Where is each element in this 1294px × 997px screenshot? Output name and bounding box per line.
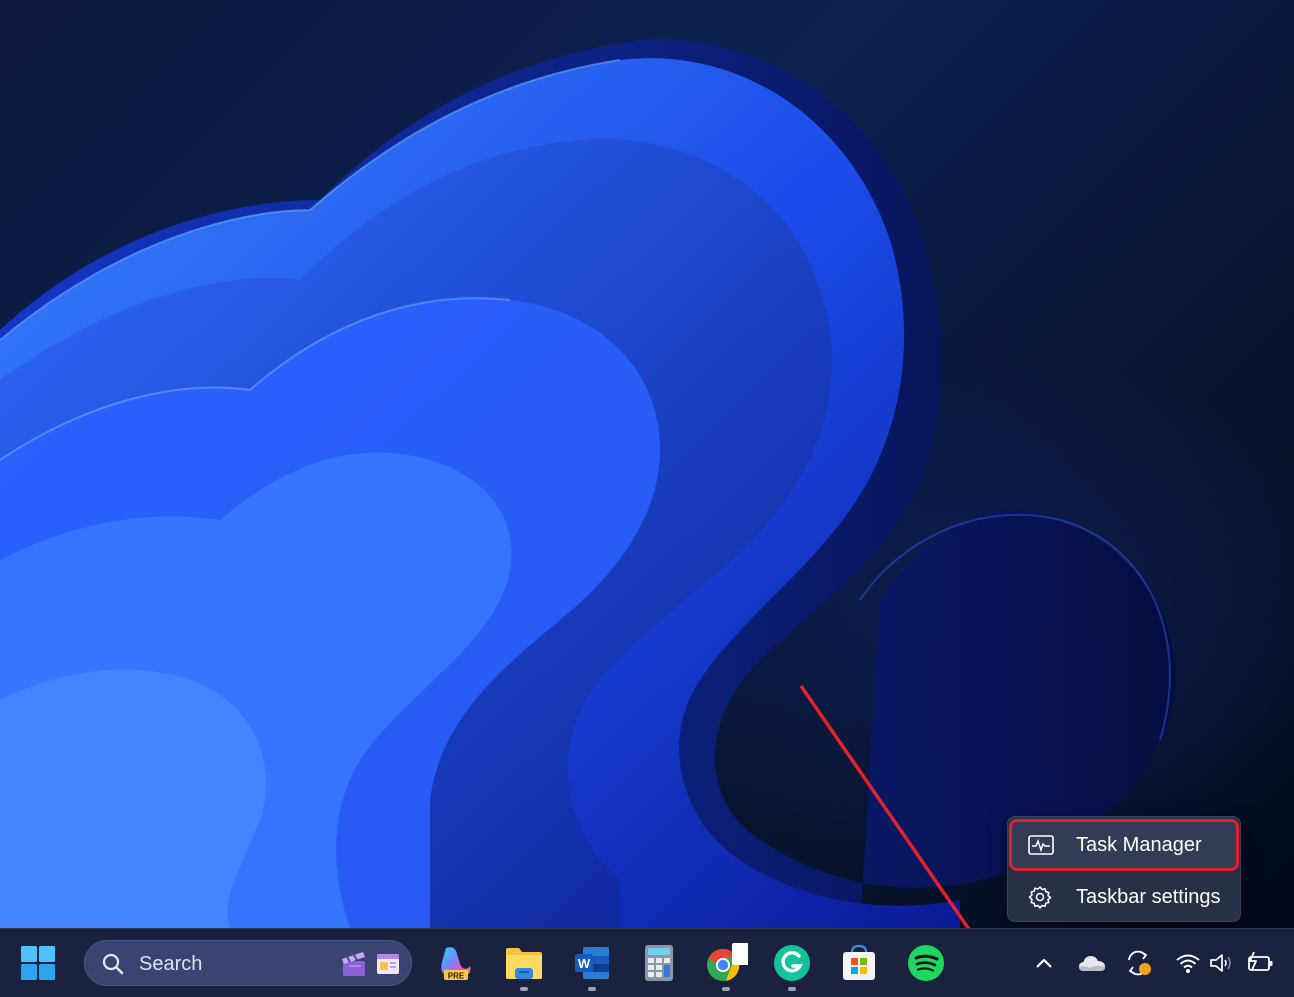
taskbar-app-grammarly[interactable] — [768, 939, 816, 991]
running-indicator — [788, 987, 796, 991]
taskbar-context-menu: Task Manager Taskbar settings — [1007, 816, 1241, 922]
chrome-icon — [707, 943, 748, 981]
tray-wifi[interactable] — [1172, 947, 1204, 979]
grammarly-icon — [774, 945, 810, 981]
taskbar-app-calculator[interactable] — [635, 939, 683, 987]
taskbar-app-file-explorer[interactable] — [500, 939, 548, 991]
tray-battery[interactable] — [1244, 947, 1276, 979]
tray-sync[interactable] — [1123, 947, 1155, 979]
search-box[interactable]: Search — [84, 940, 412, 986]
running-indicator — [722, 987, 730, 991]
desktop-wallpaper — [0, 0, 1294, 928]
speaker-icon — [1210, 954, 1231, 972]
start-button[interactable] — [14, 939, 62, 987]
clapperboard-icon — [342, 952, 365, 976]
taskbar-app-copilot[interactable]: PRE — [431, 939, 479, 987]
tray-onedrive[interactable] — [1076, 947, 1108, 979]
chrome-profile-overlay — [732, 943, 748, 965]
taskbar-app-spotify[interactable] — [902, 939, 950, 987]
battery-charging-icon — [1248, 951, 1273, 971]
word-icon: W — [575, 947, 609, 979]
taskbar-app-microsoft-store[interactable] — [835, 939, 883, 987]
windows-start-icon — [21, 946, 55, 980]
search-icon — [102, 953, 124, 975]
taskbar-app-word[interactable]: W — [568, 939, 616, 991]
running-indicator — [520, 987, 528, 991]
taskbar-app-chrome[interactable] — [702, 939, 750, 991]
store-icon — [843, 944, 875, 980]
menu-item-label: Taskbar settings — [1076, 885, 1221, 908]
spotify-icon — [908, 945, 944, 981]
running-indicator — [588, 987, 596, 991]
wallpaper-bloom — [0, 39, 1176, 928]
folder-icon — [506, 948, 542, 979]
menu-item-task-manager[interactable]: Task Manager — [1009, 819, 1239, 871]
news-card-icon — [377, 954, 399, 974]
wifi-icon — [1176, 954, 1200, 973]
copilot-badge: PRE — [448, 972, 465, 981]
copilot-icon: PRE — [441, 947, 471, 981]
taskbar: Search PRE W — [0, 928, 1294, 997]
chevron-up-icon — [1036, 958, 1052, 968]
sync-status-dot — [1139, 963, 1151, 975]
tray-volume[interactable] — [1206, 947, 1238, 979]
show-hidden-icons-button[interactable] — [1028, 947, 1060, 979]
word-badge: W — [578, 956, 591, 971]
menu-item-label: Task Manager — [1076, 833, 1202, 856]
search-label: Search — [139, 953, 203, 975]
menu-item-taskbar-settings[interactable]: Taskbar settings — [1012, 874, 1236, 920]
gear-icon — [1028, 885, 1058, 909]
sync-icon — [1128, 950, 1151, 976]
cloud-icon — [1079, 956, 1105, 971]
task-manager-icon — [1028, 835, 1058, 855]
calculator-icon — [645, 945, 673, 981]
